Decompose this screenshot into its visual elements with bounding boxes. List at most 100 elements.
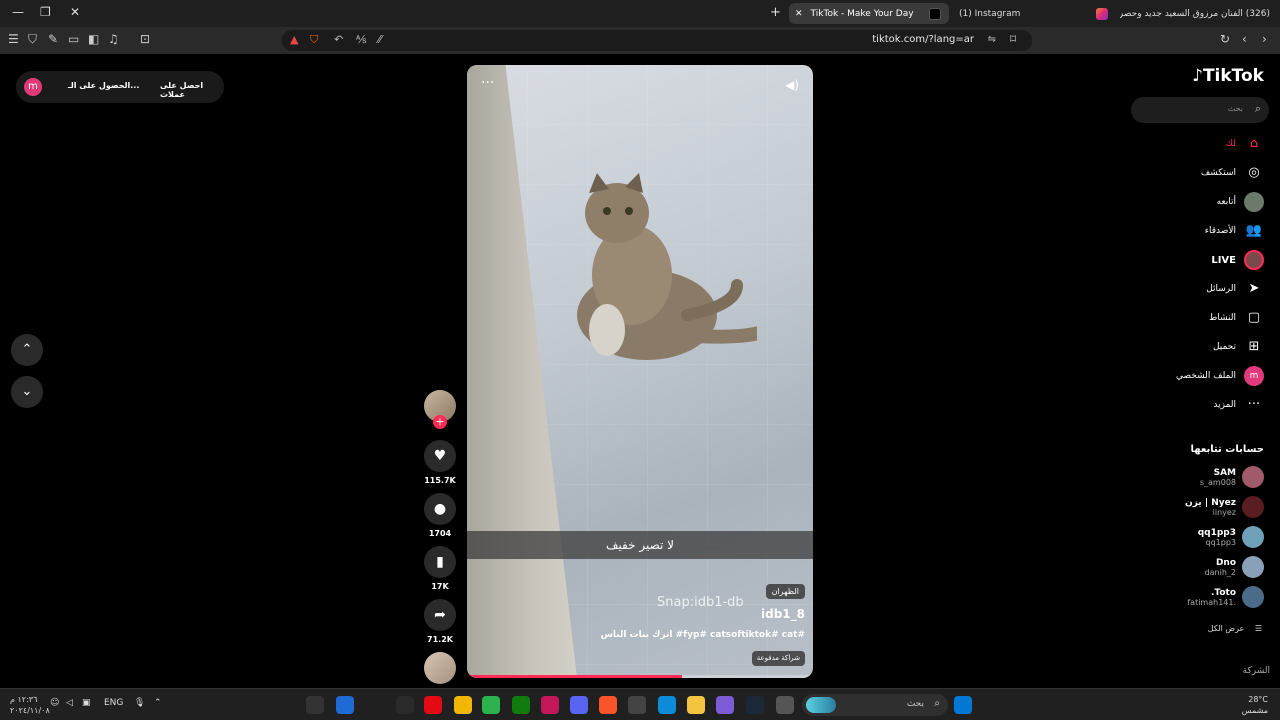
- account-avatar[interactable]: [1242, 586, 1264, 608]
- clock[interactable]: ١٢:٣٦ م ٢٠٢٤/١١/٠٨: [10, 694, 50, 716]
- get-coins-button[interactable]: احصل على عملات: [160, 81, 224, 99]
- reader-icon[interactable]: ↶: [334, 33, 343, 46]
- following-account[interactable]: .Toto fatimah141.: [1187, 584, 1264, 610]
- language-indicator[interactable]: ENG: [104, 698, 123, 708]
- microphone-icon[interactable]: 🎙: [134, 698, 145, 708]
- company-link[interactable]: الشركة: [1243, 666, 1270, 676]
- comment-button[interactable]: ●: [424, 493, 456, 525]
- app-icon-14[interactable]: [716, 696, 734, 714]
- app-icon-2[interactable]: [336, 696, 354, 714]
- app-icon-3[interactable]: [396, 696, 414, 714]
- brave-shield-icon[interactable]: ⛉: [310, 33, 318, 47]
- account-avatar[interactable]: [1242, 526, 1264, 548]
- save-button[interactable]: ▮: [424, 546, 456, 578]
- weather-widget[interactable]: 28°C مشمس: [1242, 694, 1268, 716]
- app-icon-16[interactable]: [776, 696, 794, 714]
- windows-start-icon[interactable]: [954, 696, 972, 714]
- shield-icon[interactable]: ⛉: [28, 32, 37, 47]
- sidebar-item[interactable]: أتابعه: [1217, 191, 1264, 213]
- sidebar-item[interactable]: النشاط ▢: [1209, 307, 1264, 329]
- follow-plus-icon[interactable]: +: [433, 415, 447, 429]
- store-icon[interactable]: [628, 696, 646, 714]
- chevron-down-icon: ⌄: [21, 384, 33, 399]
- xbox-icon[interactable]: [512, 696, 530, 714]
- new-tab-button[interactable]: +: [770, 5, 781, 20]
- address-bar[interactable]: ▲ ⛉ ↶ ⅍ ⁄⁄ tiktok.com/?lang=ar ⇋: [282, 30, 1032, 51]
- bookmark-icon[interactable]: ⌑: [1010, 32, 1016, 46]
- brave-icon[interactable]: [599, 696, 617, 714]
- more-options-icon[interactable]: ···: [481, 75, 494, 91]
- translate-icon[interactable]: ⅍: [356, 33, 366, 46]
- sidebar-item[interactable]: LIVE: [1211, 249, 1264, 271]
- rewards-icon[interactable]: ⁄⁄: [378, 33, 382, 46]
- video-author[interactable]: idb1_8: [761, 607, 805, 621]
- video-progress-fill: [467, 675, 682, 678]
- discord-icon[interactable]: [570, 696, 588, 714]
- account-handle: qq1pp3: [1205, 537, 1237, 547]
- screenshot-icon[interactable]: ⊡: [140, 32, 150, 46]
- site-settings-icon[interactable]: ⇋: [988, 34, 996, 45]
- chat-icon[interactable]: ☺: [50, 698, 59, 708]
- speaker-icon[interactable]: ◁: [66, 698, 73, 708]
- app-icon-1[interactable]: [306, 696, 324, 714]
- edge-icon[interactable]: [658, 696, 676, 714]
- video-progress-bar[interactable]: [467, 675, 813, 678]
- close-window-icon[interactable]: ✕: [70, 5, 80, 19]
- sidebar-item[interactable]: الأصدقاء 👥: [1205, 220, 1264, 242]
- steam-icon[interactable]: [746, 696, 764, 714]
- netflix-icon[interactable]: [424, 696, 442, 714]
- account-avatar[interactable]: [1242, 556, 1264, 578]
- minimize-icon[interactable]: —: [12, 5, 24, 19]
- tab-instagram[interactable]: (1) Instagram: [955, 3, 1065, 24]
- music-icon[interactable]: ♫: [108, 32, 119, 46]
- share-button[interactable]: ➦: [424, 599, 456, 631]
- wallet-icon[interactable]: ▭: [68, 32, 79, 46]
- sidebar-item[interactable]: المزيد ···: [1213, 394, 1264, 416]
- get-app-button[interactable]: الحصول على الـ...: [68, 81, 139, 90]
- menu-icon[interactable]: ☰: [8, 32, 19, 46]
- following-account[interactable]: SAM s_am008: [1200, 464, 1264, 490]
- sidebar-item[interactable]: لك ⌂: [1226, 133, 1264, 155]
- back-icon[interactable]: ‹: [1242, 32, 1247, 46]
- search-input[interactable]: بحث ⌕: [1131, 97, 1269, 123]
- extensions-icon[interactable]: ✎: [48, 32, 58, 46]
- sidebar-item[interactable]: الملف الشخصي m: [1176, 365, 1264, 387]
- like-button[interactable]: ♥: [424, 440, 456, 472]
- app-icon-5[interactable]: [454, 696, 472, 714]
- file-explorer-icon[interactable]: [687, 696, 705, 714]
- account-avatar[interactable]: [1242, 466, 1264, 488]
- app-icon-8[interactable]: [541, 696, 559, 714]
- show-hidden-icons-icon[interactable]: ⌃: [154, 698, 162, 708]
- sidebar-item[interactable]: استكشف ◎: [1201, 162, 1264, 184]
- reload-icon[interactable]: ↻: [1220, 32, 1230, 46]
- tiktok-logo[interactable]: ♪TikTok: [1192, 66, 1264, 86]
- next-video-button[interactable]: ⌄: [11, 376, 43, 408]
- sidebar-item[interactable]: الرسائل ➤: [1206, 278, 1264, 300]
- previous-video-button[interactable]: ⌃: [11, 334, 43, 366]
- video-description[interactable]: اترك بنات الناس #fyp# catsoftiktok# cat#: [600, 630, 805, 640]
- account-handle: iinyez: [1212, 507, 1236, 517]
- account-avatar[interactable]: [1242, 496, 1264, 518]
- display-icon[interactable]: ▣: [82, 698, 91, 708]
- video-player[interactable]: ··· ◀) لا تصير خفيف Snap:idb1-db الظهران…: [467, 65, 813, 678]
- restore-icon[interactable]: ❐: [40, 5, 51, 19]
- sidebar-icon[interactable]: ◧: [88, 32, 99, 46]
- forward-icon[interactable]: ›: [1262, 32, 1267, 46]
- tab-tiktok[interactable]: ✕ TikTok - Make Your Day: [789, 3, 949, 24]
- tab-youtube[interactable]: (326) الفنان مرزوق السعيد جديد وحصري: [1090, 3, 1270, 24]
- app-icon-6[interactable]: [482, 696, 500, 714]
- sidebar-item[interactable]: تحميل ⊞: [1213, 336, 1264, 358]
- following-account[interactable]: qq1pp3 qq1pp3: [1198, 524, 1264, 550]
- close-tab-icon[interactable]: ✕: [795, 9, 803, 19]
- search-icon[interactable]: ⌕: [1255, 102, 1261, 116]
- following-account[interactable]: يزن | Nyez iinyez: [1185, 494, 1264, 520]
- following-account[interactable]: Dno danih_2: [1205, 554, 1264, 580]
- taskbar-search[interactable]: بحث ⌕: [802, 694, 948, 716]
- creator-avatar[interactable]: +: [424, 390, 456, 429]
- vpn-icon[interactable]: ▲: [290, 33, 298, 46]
- profile-avatar[interactable]: m: [24, 78, 42, 96]
- location-badge[interactable]: الظهران: [765, 584, 805, 599]
- show-all-button[interactable]: عرض الكل ☰: [1208, 624, 1262, 633]
- music-disc-avatar[interactable]: [424, 652, 456, 684]
- volume-icon[interactable]: ◀): [785, 78, 799, 92]
